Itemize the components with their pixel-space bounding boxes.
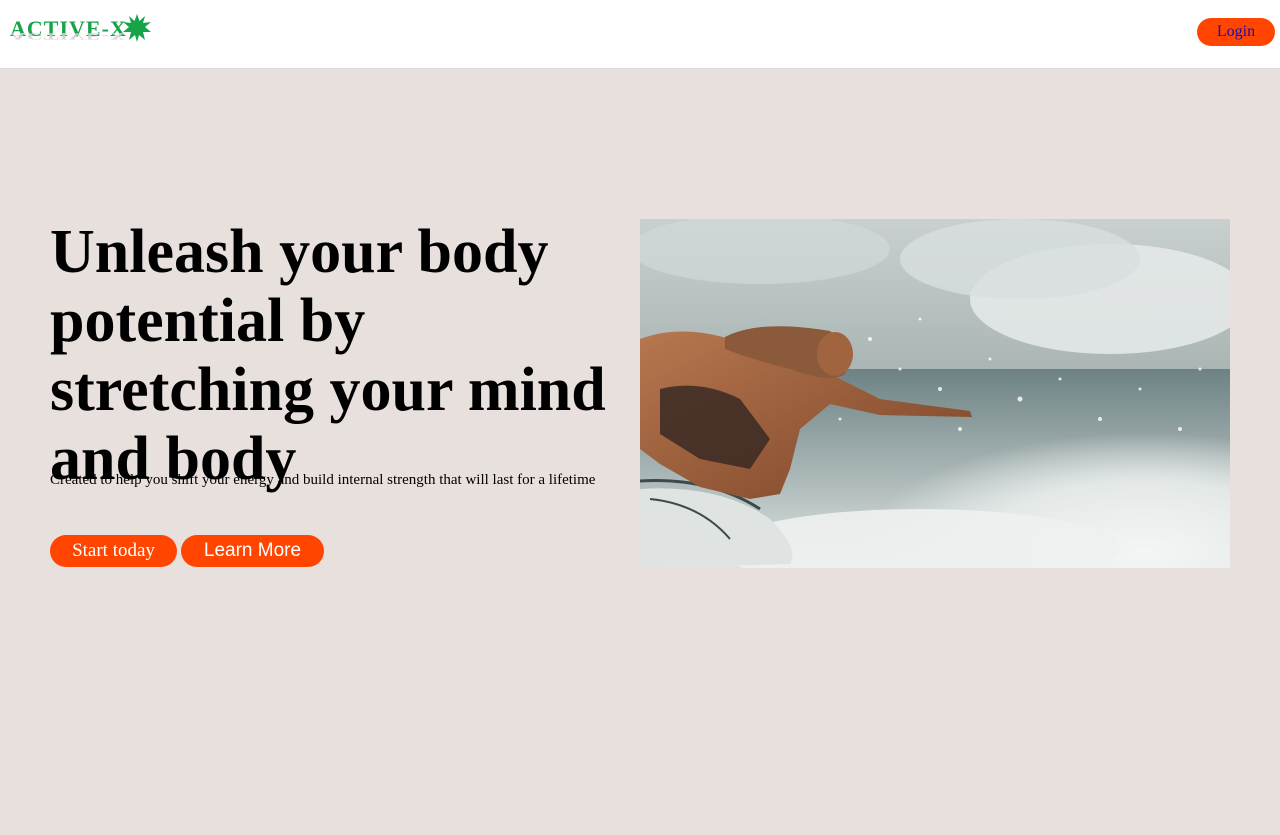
- hero-image: [640, 219, 1230, 568]
- start-today-button[interactable]: Start today: [50, 535, 177, 567]
- hero-subtitle: Created to help you shift your energy an…: [50, 472, 596, 488]
- navbar: ACTIVE-X ACTIVE-X Login: [0, 0, 1280, 69]
- learn-more-button[interactable]: Learn More: [181, 535, 324, 567]
- hero-title: Unleash your body potential by stretchin…: [50, 218, 606, 493]
- login-button[interactable]: Login: [1197, 18, 1275, 46]
- surfer-illustration: [640, 219, 1230, 568]
- logo-reflection: ACTIVE-X: [10, 30, 127, 42]
- logo[interactable]: ACTIVE-X ACTIVE-X: [10, 12, 155, 56]
- burst-icon: [123, 14, 151, 42]
